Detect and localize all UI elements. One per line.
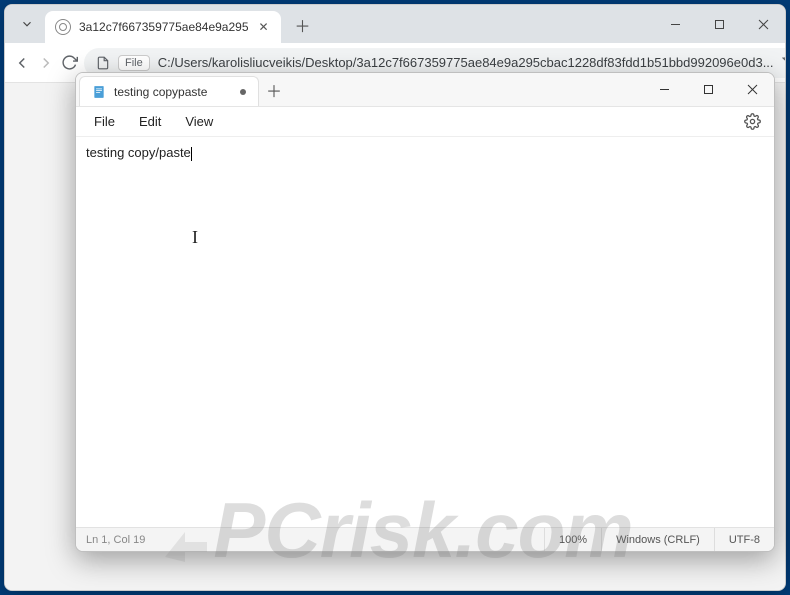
new-tab-button[interactable]: ＋ xyxy=(289,11,317,39)
menu-file[interactable]: File xyxy=(84,110,125,133)
notepad-icon xyxy=(92,85,106,99)
bookmark-star-icon[interactable] xyxy=(782,52,786,73)
forward-button[interactable] xyxy=(37,48,55,78)
status-encoding: UTF-8 xyxy=(714,528,774,551)
status-eol: Windows (CRLF) xyxy=(601,528,714,551)
browser-window-controls xyxy=(653,5,785,43)
back-button[interactable] xyxy=(13,48,31,78)
globe-icon xyxy=(55,19,71,35)
editor-content: testing copy/paste xyxy=(86,145,191,160)
minimize-button[interactable] xyxy=(653,5,697,43)
browser-tab-strip: 3a12c7f667359775ae84e9a295 ✕ ＋ xyxy=(5,5,785,43)
browser-tab-active[interactable]: 3a12c7f667359775ae84e9a295 ✕ xyxy=(45,11,281,43)
modified-indicator-icon xyxy=(240,89,246,95)
ibeam-cursor-icon: I xyxy=(192,227,198,248)
notepad-new-tab-button[interactable]: ＋ xyxy=(259,73,289,106)
maximize-button[interactable] xyxy=(686,73,730,106)
notepad-statusbar: Ln 1, Col 19 100% Windows (CRLF) UTF-8 xyxy=(76,527,774,551)
status-zoom[interactable]: 100% xyxy=(544,528,601,551)
close-icon[interactable]: ✕ xyxy=(257,20,271,34)
notepad-menubar: File Edit View xyxy=(76,107,774,137)
gear-icon xyxy=(744,113,761,130)
menu-view[interactable]: View xyxy=(175,110,223,133)
menu-edit[interactable]: Edit xyxy=(129,110,171,133)
close-button[interactable] xyxy=(730,73,774,106)
document-title: testing copypaste xyxy=(114,85,232,99)
notepad-titlebar: testing copypaste ＋ xyxy=(76,73,774,107)
notepad-editor[interactable]: testing copy/paste I xyxy=(76,137,774,527)
notepad-window-controls xyxy=(642,73,774,106)
tab-search-button[interactable] xyxy=(13,10,41,38)
notepad-window: testing copypaste ＋ File Edit View testi… xyxy=(75,72,775,552)
file-icon xyxy=(96,56,110,70)
file-chip: File xyxy=(118,55,150,71)
text-caret xyxy=(191,147,192,161)
maximize-button[interactable] xyxy=(697,5,741,43)
minimize-button[interactable] xyxy=(642,73,686,106)
close-button[interactable] xyxy=(741,5,785,43)
reload-button[interactable] xyxy=(61,48,78,78)
notepad-tab[interactable]: testing copypaste xyxy=(79,76,259,106)
tab-title: 3a12c7f667359775ae84e9a295 xyxy=(79,20,249,34)
url-text: C:/Users/karolisliucveikis/Desktop/3a12c… xyxy=(158,55,774,70)
settings-button[interactable] xyxy=(738,108,766,136)
status-position: Ln 1, Col 19 xyxy=(76,528,306,551)
